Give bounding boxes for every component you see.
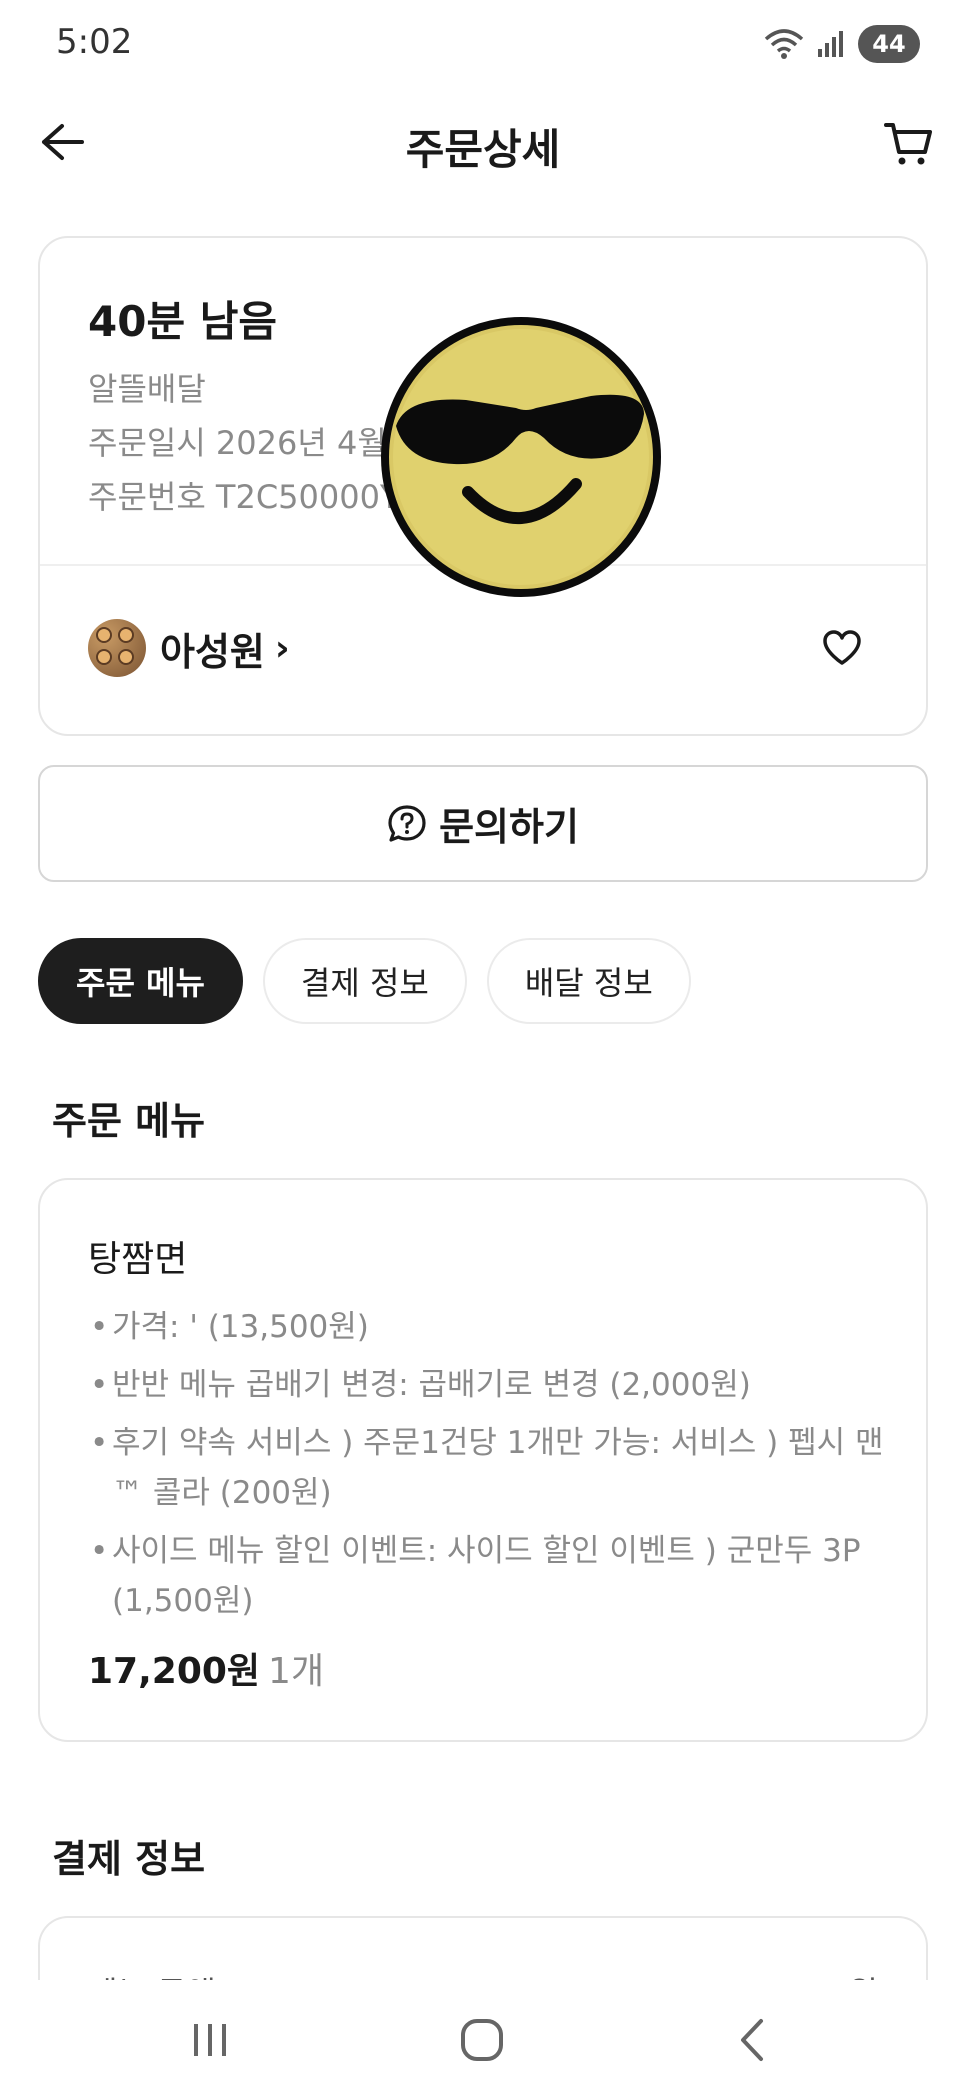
order-number: 주문번호 T2C50000Y xyxy=(88,478,400,516)
store-link[interactable]: 아성원 › xyxy=(88,618,878,678)
inquiry-label: 문의하기 xyxy=(439,805,579,849)
header: 주문상세 xyxy=(0,96,966,186)
tab-payment-info[interactable]: 결제 정보 xyxy=(262,938,467,1024)
inquiry-button[interactable]: 문의하기 xyxy=(38,765,928,882)
recent-apps-button[interactable] xyxy=(170,2000,250,2080)
menu-options-list: 가격: ' (13,500원) 반반 메뉴 곱배기 변경: 곱배기로 변경 (2… xyxy=(88,1302,886,1634)
delivery-type: 알뜰배달 xyxy=(88,370,206,408)
menu-option: 사이드 메뉴 할인 이벤트: 사이드 할인 이벤트 ) 군만두 3P (1,50… xyxy=(88,1526,886,1626)
menu-price-row: 17,200원 1개 xyxy=(88,1642,324,1694)
status-icons: 44 xyxy=(764,22,920,66)
heart-icon xyxy=(823,630,861,665)
order-menu-card: 탕짬면 가격: ' (13,500원) 반반 메뉴 곱배기 변경: 곱배기로 변… xyxy=(38,1178,928,1742)
status-time: 5:02 xyxy=(56,22,133,62)
tab-order-menu[interactable]: 주문 메뉴 xyxy=(38,938,243,1024)
chevron-left-icon xyxy=(741,2019,763,2061)
favorite-button[interactable] xyxy=(816,622,868,674)
menu-option: 후기 약속 서비스 ) 주문1건당 1개만 가능: 서비스 ) 펩시 맨™ 콜라… xyxy=(88,1418,886,1518)
menu-item-price: 17,200원 xyxy=(88,1651,261,1692)
system-back-button[interactable] xyxy=(712,2000,792,2080)
order-date: 주문일시 2026년 4월 xyxy=(88,424,387,462)
recents-icon xyxy=(194,2024,226,2056)
sunglasses-emoji-sticker xyxy=(381,317,661,597)
menu-option: 가격: ' (13,500원) xyxy=(88,1302,886,1352)
cart-icon xyxy=(884,123,932,165)
menu-item-name: 탕짬면 xyxy=(88,1239,188,1280)
order-menu-title: 주문 메뉴 xyxy=(52,1099,206,1143)
menu-item-quantity: 1개 xyxy=(268,1651,325,1692)
wifi-icon xyxy=(764,29,804,59)
menu-option: 반반 메뉴 곱배기 변경: 곱배기로 변경 (2,000원) xyxy=(88,1360,886,1410)
signal-icon xyxy=(818,31,843,57)
status-bar: 5:02 44 xyxy=(0,0,966,88)
chevron-right-icon: › xyxy=(274,627,290,669)
home-icon xyxy=(461,2019,503,2061)
cart-button[interactable] xyxy=(878,114,938,174)
question-bubble-icon xyxy=(388,804,426,842)
store-name: 아성원 xyxy=(160,629,265,674)
tab-delivery-info[interactable]: 배달 정보 xyxy=(486,938,691,1024)
battery-indicator: 44 xyxy=(858,25,920,63)
section-tabs: 주문 메뉴 결제 정보 배달 정보 xyxy=(38,938,691,1024)
payment-info-title: 결제 정보 xyxy=(52,1837,206,1881)
store-thumbnail xyxy=(88,619,146,677)
remaining-time: 40분 남음 xyxy=(88,297,277,346)
system-nav-bar xyxy=(0,1980,966,2093)
page-title: 주문상세 xyxy=(405,125,561,174)
home-button[interactable] xyxy=(442,2000,522,2080)
